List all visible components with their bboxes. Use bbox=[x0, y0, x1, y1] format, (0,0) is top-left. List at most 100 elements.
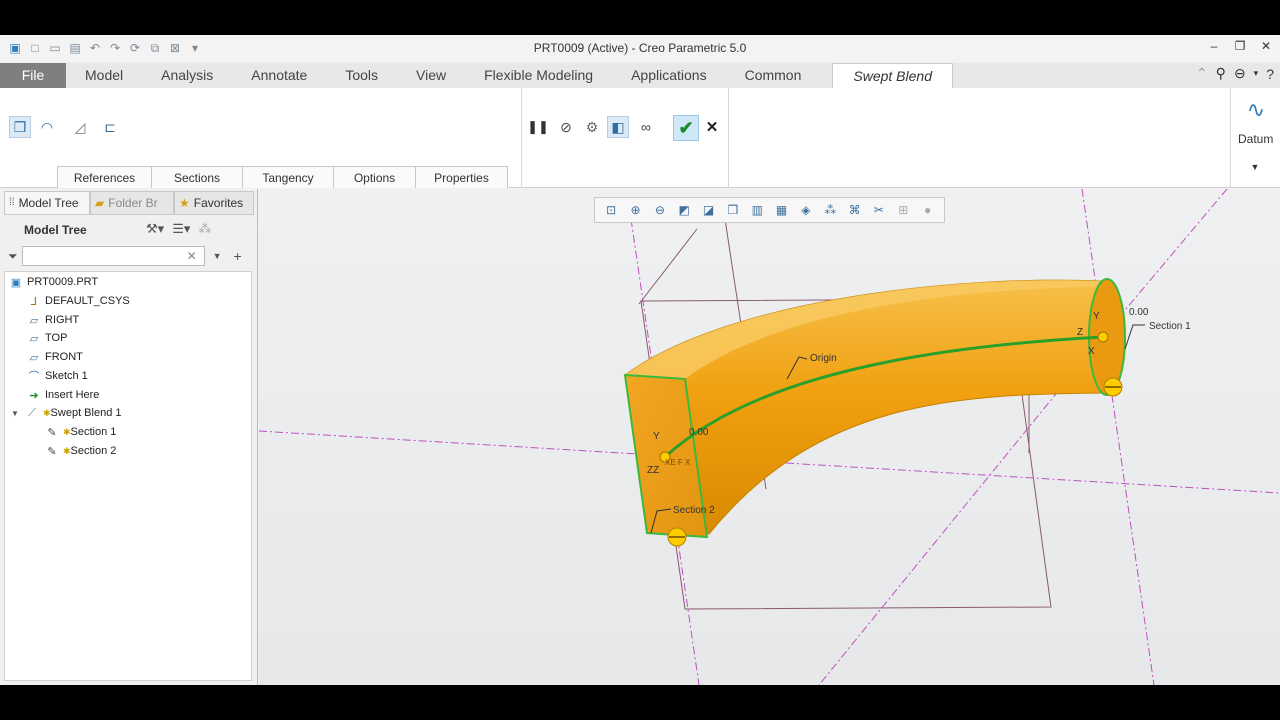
tree-node-insert-here[interactable]: ➔ Insert Here bbox=[27, 386, 99, 404]
subtab-properties[interactable]: Properties bbox=[415, 166, 508, 188]
new-feature-icon: ✱ bbox=[43, 407, 51, 418]
title-bar: ▣ □ ▭ ▤ ↶ ↷ ⟳ ⧉ ⊠ ▾ PRT0009 (Active) - C… bbox=[0, 35, 1280, 62]
tab-applications[interactable]: Applications bbox=[612, 63, 726, 88]
clear-search-icon[interactable]: ✕ bbox=[187, 249, 201, 263]
tree-node-front[interactable]: ▱ FRONT bbox=[27, 348, 83, 366]
tree-node-part[interactable]: ▣ PRT0009.PRT bbox=[9, 273, 98, 291]
subtab-tangency[interactable]: Tangency bbox=[242, 166, 334, 188]
tree-node-section2[interactable]: ✎ ✱ Section 2 bbox=[45, 442, 116, 460]
new-feature-icon: ✱ bbox=[63, 426, 71, 437]
tab-favorites[interactable]: ★ Favorites bbox=[174, 191, 254, 215]
help-icon[interactable]: ? bbox=[1266, 66, 1274, 82]
preview-icon[interactable]: ⚙ bbox=[581, 116, 603, 138]
tab-folder-browser-label: Folder Br bbox=[108, 196, 158, 210]
annotation-display-icon[interactable]: ⌘ bbox=[846, 203, 864, 217]
tab-swept-blend[interactable]: Swept Blend bbox=[832, 63, 953, 88]
tab-tools[interactable]: Tools bbox=[326, 63, 397, 88]
view-manager-icon[interactable]: ▥ bbox=[748, 203, 766, 217]
section-1-label: Section 1 bbox=[1149, 321, 1191, 332]
sketch-icon: ⌒ bbox=[28, 371, 40, 383]
perspective-icon[interactable]: ◈ bbox=[797, 203, 815, 217]
help-center-icon[interactable]: ⊖ bbox=[1234, 65, 1246, 82]
remove-material-icon[interactable]: ◿ bbox=[69, 116, 91, 138]
axis-label-z: Z bbox=[1077, 327, 1083, 338]
tab-view[interactable]: View bbox=[397, 63, 465, 88]
display-style-icon[interactable]: ▦ bbox=[773, 203, 791, 217]
reorient-icon[interactable]: ◪ bbox=[700, 203, 718, 217]
minimize-icon[interactable]: – bbox=[1208, 39, 1220, 53]
repaint-icon[interactable]: ◩ bbox=[675, 203, 693, 217]
tree-node-right[interactable]: ▱ RIGHT bbox=[27, 311, 79, 329]
settings-icon[interactable]: ⚒▾ bbox=[146, 221, 164, 237]
section-icon: ✎ bbox=[47, 426, 57, 439]
dimension-section-1[interactable]: 0.00 bbox=[1129, 307, 1149, 318]
help-dropdown-icon[interactable]: ▾ bbox=[1254, 68, 1259, 79]
tab-model-tree[interactable]: ⁞⁞ Model Tree bbox=[4, 191, 90, 215]
tab-flexible-modeling[interactable]: Flexible Modeling bbox=[465, 63, 612, 88]
search-dropdown-icon[interactable]: ▼ bbox=[213, 251, 222, 261]
verify-icon[interactable]: ◧ bbox=[607, 116, 629, 138]
dimension-section-2[interactable]: 0.00 bbox=[689, 427, 709, 438]
section-icon: ✎ bbox=[47, 445, 57, 458]
expand-icon[interactable]: ▼ bbox=[11, 409, 21, 418]
datum-plane-edge bbox=[638, 228, 698, 305]
graphics-window[interactable]: Origin Section 2 Section 1 0.00 0.00 Y Z… bbox=[259, 189, 1280, 685]
section-2-label: Section 2 bbox=[673, 505, 715, 516]
tab-model-tree-label: Model Tree bbox=[18, 196, 79, 210]
tab-folder-browser[interactable]: ▰ Folder Br bbox=[90, 191, 174, 215]
add-filter-icon[interactable]: + bbox=[234, 248, 242, 264]
search-icon[interactable]: ⚲ bbox=[1216, 65, 1226, 82]
section1-leader bbox=[1124, 324, 1145, 350]
tree-node-swept-blend[interactable]: ▼ ⟋ ✱ Swept Blend 1 bbox=[11, 404, 121, 422]
thicken-icon[interactable]: ⊏ bbox=[99, 116, 121, 138]
collapse-ribbon-icon[interactable]: ⌃ bbox=[1196, 65, 1208, 82]
restore-icon[interactable]: ❐ bbox=[1234, 39, 1246, 53]
solid-icon[interactable]: ❒ bbox=[9, 116, 31, 138]
datum-axis bbox=[1081, 189, 1155, 685]
tree-icon: ⁞⁞ bbox=[9, 197, 15, 208]
saved-orientations-icon[interactable]: ❒ bbox=[724, 203, 742, 217]
surface-icon[interactable]: ◠ bbox=[36, 116, 58, 138]
model-viewport[interactable]: Origin Section 2 Section 1 0.00 0.00 Y Z… bbox=[259, 189, 1280, 685]
navigator-tabs: ⁞⁞ Model Tree ▰ Folder Br ★ Favorites bbox=[4, 191, 254, 215]
subtab-references[interactable]: References bbox=[57, 166, 152, 188]
tree-node-top[interactable]: ▱ TOP bbox=[27, 329, 68, 347]
tab-common[interactable]: Common bbox=[726, 63, 821, 88]
filter-options-icon[interactable]: ⁂ bbox=[198, 221, 211, 237]
filter-icon: ⏷ bbox=[8, 248, 18, 263]
end-point[interactable] bbox=[1097, 331, 1109, 343]
refit-icon[interactable]: ⊡ bbox=[602, 203, 620, 217]
model-tree-tools: ⚒▾ ☰▾ ⁂ bbox=[146, 221, 211, 237]
glasses-icon[interactable]: ∞ bbox=[635, 116, 657, 138]
ok-button[interactable]: ✔ bbox=[673, 115, 699, 141]
axis-label-y: Y bbox=[653, 431, 660, 442]
tree-node-sketch[interactable]: ⌒ Sketch 1 bbox=[27, 367, 88, 385]
datum-label[interactable]: Datum bbox=[1238, 132, 1273, 146]
tab-analysis[interactable]: Analysis bbox=[142, 63, 232, 88]
section-view-icon[interactable]: ⊞ bbox=[894, 203, 912, 217]
datum-display-icon[interactable]: ⁂ bbox=[821, 203, 839, 217]
subtab-options[interactable]: Options bbox=[333, 166, 416, 188]
tree-node-label: TOP bbox=[45, 332, 68, 344]
tree-search-input[interactable] bbox=[21, 246, 205, 266]
spin-center-icon[interactable]: ✂ bbox=[870, 203, 888, 217]
zoom-out-icon[interactable]: ⊖ bbox=[651, 203, 669, 217]
datum-icon[interactable]: ∿ bbox=[1242, 96, 1270, 124]
datum-dropdown-icon[interactable]: ▼ bbox=[1244, 156, 1266, 178]
zoom-in-icon[interactable]: ⊕ bbox=[627, 203, 645, 217]
show-icon[interactable]: ☰▾ bbox=[172, 221, 190, 237]
tab-file[interactable]: File bbox=[0, 63, 66, 88]
tab-model[interactable]: Model bbox=[66, 63, 142, 88]
close-icon[interactable]: ✕ bbox=[1260, 39, 1272, 53]
cancel-button[interactable]: ✕ bbox=[701, 116, 723, 138]
ribbon-right-controls: ⌃ ⚲ ⊖ ▾ ? bbox=[1196, 65, 1274, 82]
pause-icon[interactable]: ❚❚ bbox=[527, 116, 549, 138]
appearance-icon[interactable]: ● bbox=[919, 203, 937, 217]
tree-node-csys[interactable]: ⅃ DEFAULT_CSYS bbox=[27, 292, 130, 310]
folder-icon: ▰ bbox=[95, 196, 105, 210]
no-preview-icon[interactable]: ⊘ bbox=[555, 116, 577, 138]
subtab-sections[interactable]: Sections bbox=[151, 166, 243, 188]
tree-node-section1[interactable]: ✎ ✱ Section 1 bbox=[45, 423, 116, 441]
tree-filter-row: ⏷ ✕ ▼ + bbox=[8, 246, 252, 266]
tab-annotate[interactable]: Annotate bbox=[232, 63, 326, 88]
